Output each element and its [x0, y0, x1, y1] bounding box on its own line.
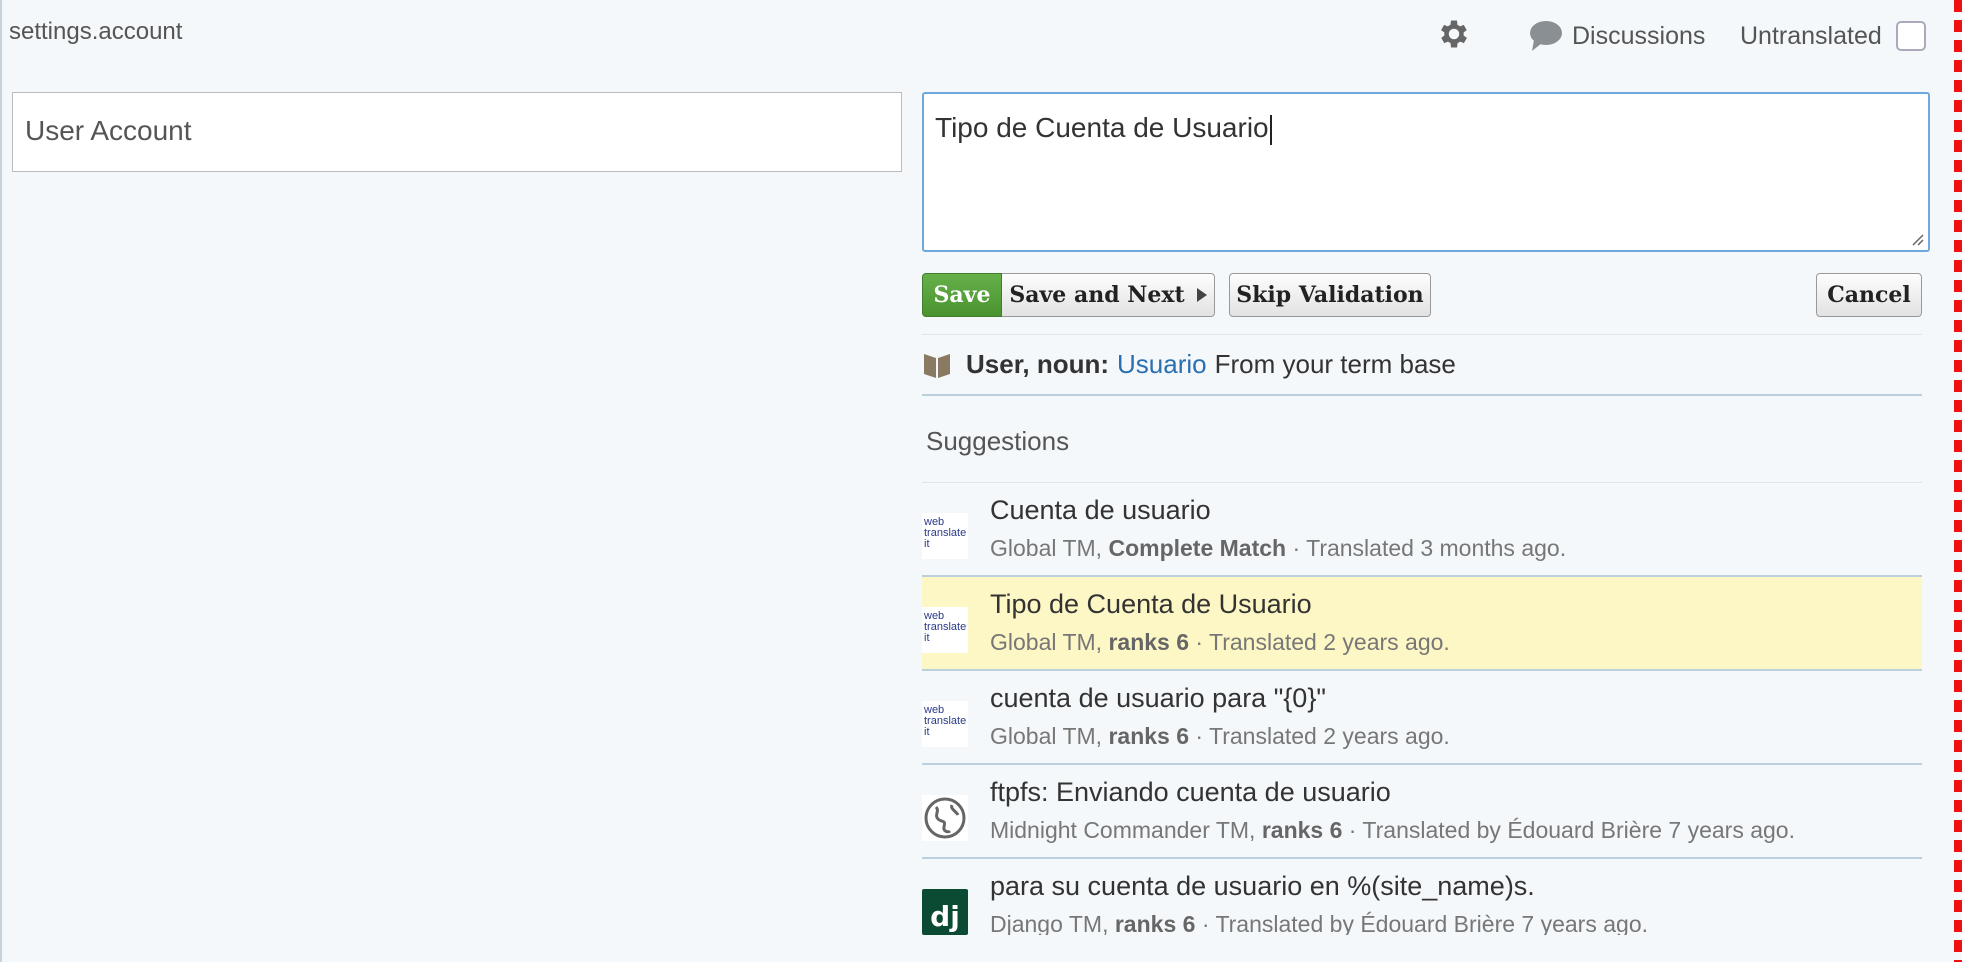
suggestion-meta: Global TM, ranks 6 · Translated 2 years …	[990, 723, 1450, 749]
suggestion-item-selected[interactable]: web translate it Tipo de Cuenta de Usuar…	[922, 577, 1922, 671]
suggestion-text: ftpfs: Enviando cuenta de usuario	[990, 777, 1391, 807]
term-source: From your term base	[1214, 349, 1456, 379]
dashed-right-border	[1954, 0, 1962, 962]
skip-validation-button[interactable]: Skip Validation	[1229, 273, 1431, 317]
save-and-next-label: Save and Next	[1009, 282, 1185, 308]
suggestions-heading: Suggestions	[926, 426, 1070, 456]
suggestion-meta: Midnight Commander TM, ranks 6 · Transla…	[990, 817, 1795, 843]
suggestion-item[interactable]: dj para su cuenta de usuario en %(site_n…	[922, 859, 1922, 935]
suggestion-meta: Global TM, Complete Match · Translated 3…	[990, 535, 1567, 561]
string-key: settings.account	[9, 18, 183, 45]
save-button[interactable]: Save	[922, 273, 1002, 317]
translation-textarea[interactable]: Tipo de Cuenta de Usuario	[922, 92, 1930, 252]
suggestion-item[interactable]: ftpfs: Enviando cuenta de usuario Midnig…	[922, 765, 1922, 859]
suggestion-item[interactable]: web translate it Cuenta de usuario Globa…	[922, 483, 1922, 577]
suggestion-text: Cuenta de usuario	[990, 495, 1211, 525]
term-translation-link[interactable]: Usuario	[1117, 349, 1207, 380]
suggestions-list: web translate it Cuenta de usuario Globa…	[922, 482, 1922, 935]
action-buttons: Save Save and Next Skip Validation Cance…	[922, 273, 1922, 319]
suggestion-text: para su cuenta de usuario en %(site_name…	[990, 871, 1535, 901]
untranslated-label: Untranslated	[1740, 21, 1882, 50]
webtranslate-logo: web translate it	[922, 701, 968, 747]
discussions-button[interactable]: Discussions	[1528, 16, 1705, 56]
untranslated-checkbox[interactable]	[1895, 21, 1926, 51]
suggestion-meta: Global TM, ranks 6 · Translated 2 years …	[990, 629, 1450, 655]
play-arrow-icon	[1196, 288, 1207, 302]
discussions-label: Discussions	[1572, 21, 1706, 50]
suggestion-meta: Django TM, ranks 6 · Translated by Édoua…	[990, 911, 1648, 935]
webtranslate-logo: web translate it	[922, 513, 968, 559]
term-word: User, noun:	[966, 349, 1110, 379]
editor-toolbar: settings.account Discussions Untranslate…	[0, 0, 1950, 64]
cancel-button[interactable]: Cancel	[1816, 273, 1922, 317]
term-base-entry: User, noun: Usuario From your term base	[922, 334, 1922, 396]
book-icon	[924, 353, 950, 378]
gear-icon[interactable]	[1436, 16, 1472, 52]
source-text-box: User Account	[12, 92, 902, 172]
suggestion-text: cuenta de usuario para "{0}"	[990, 683, 1326, 713]
save-and-next-button[interactable]: Save and Next	[1002, 273, 1215, 317]
text-caret	[1269, 114, 1272, 145]
suggestion-text: Tipo de Cuenta de Usuario	[990, 589, 1312, 619]
django-logo: dj	[922, 889, 968, 935]
webtranslate-logo: web translate it	[922, 607, 968, 653]
suggestion-item[interactable]: web translate it cuenta de usuario para …	[922, 671, 1922, 765]
globe-icon	[922, 795, 968, 841]
resize-handle-icon[interactable]	[1910, 232, 1924, 246]
untranslated-filter: Untranslated	[1740, 16, 1926, 56]
left-edge-rule	[0, 0, 2, 962]
speech-bubble-icon	[1530, 21, 1562, 51]
translation-text: Tipo de Cuenta de Usuario	[935, 112, 1269, 143]
